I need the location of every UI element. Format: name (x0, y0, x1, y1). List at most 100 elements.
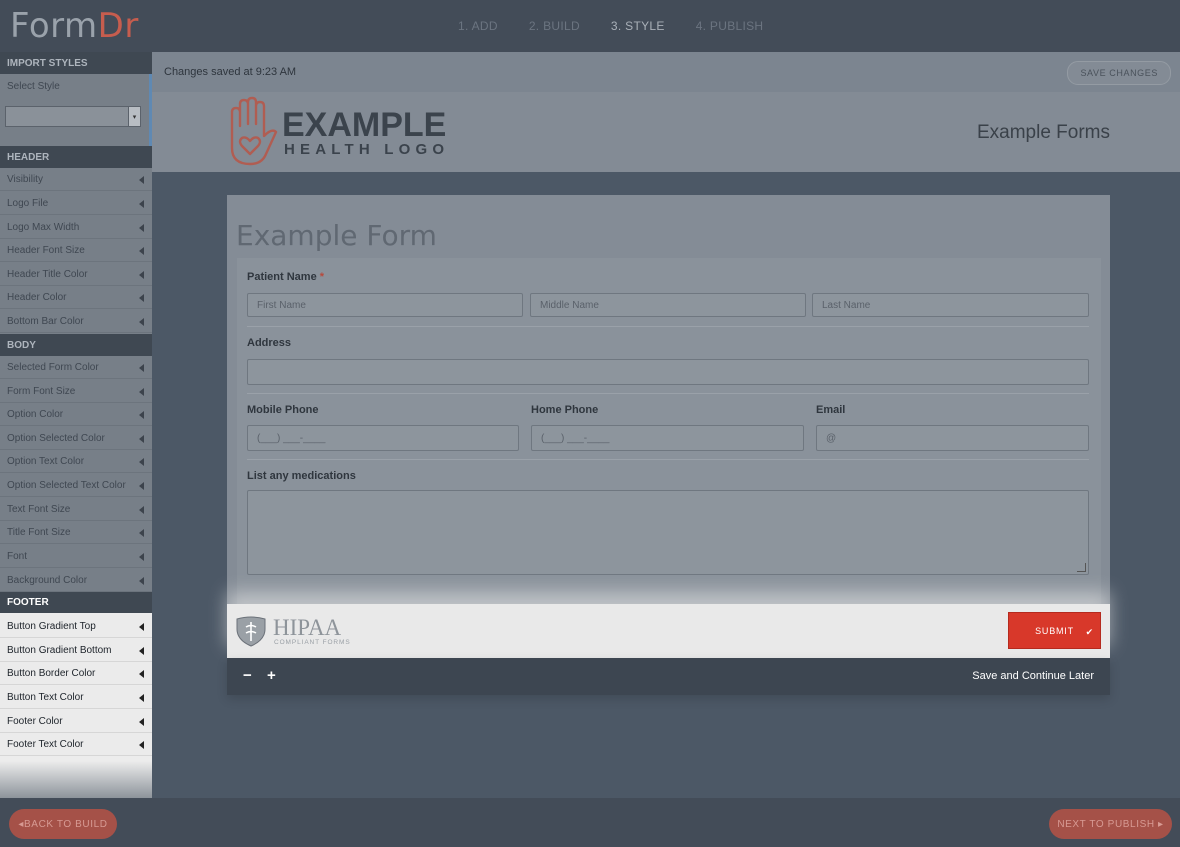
field-divider (247, 393, 1089, 394)
caret-left-icon (139, 694, 144, 702)
step-style[interactable]: 3. STYLE (611, 19, 665, 33)
save-changes-button[interactable]: SAVE CHANGES (1067, 61, 1171, 85)
patient-name-label-text: Patient Name (247, 271, 317, 283)
sidebar-item-font[interactable]: Font (0, 545, 152, 568)
home-phone-input[interactable]: (___) ___-____ (531, 425, 804, 451)
caret-left-icon (139, 318, 144, 326)
sidebar-item-label: Bottom Bar Color (7, 315, 84, 327)
address-label: Address (247, 337, 292, 349)
sidebar-item-label: Logo Max Width (7, 221, 80, 233)
wizard-steps: 1. ADD 2. BUILD 3. STYLE 4. PUBLISH (458, 19, 763, 33)
zoom-out-button[interactable]: − (243, 667, 252, 684)
form-header: EXAMPLE HEALTH LOGO Example Forms (152, 92, 1180, 172)
save-and-continue-later-link[interactable]: Save and Continue Later (972, 670, 1094, 682)
caret-left-icon (139, 388, 144, 396)
sidebar-item-title-font-size[interactable]: Title Font Size (0, 521, 152, 544)
sidebar-item-visibility[interactable]: Visibility (0, 168, 152, 191)
sidebar-item-option-text-color[interactable]: Option Text Color (0, 450, 152, 473)
medications-label: List any medications (247, 470, 356, 482)
sidebar-item-label: Footer Color (7, 715, 63, 727)
logo-line1: EXAMPLE (282, 106, 446, 144)
sidebar-item-button-text-color[interactable]: Button Text Color (0, 686, 152, 709)
sidebar-item-bottom-bar-color[interactable]: Bottom Bar Color (0, 310, 152, 333)
step-publish[interactable]: 4. PUBLISH (696, 19, 764, 33)
style-sidebar: IMPORT STYLES Select Style ▾ HEADER Visi… (0, 52, 152, 798)
form-title: Example Form (236, 219, 437, 252)
caret-left-icon (139, 411, 144, 419)
caret-left-icon (139, 435, 144, 443)
field-divider (247, 326, 1089, 327)
caret-left-icon (139, 647, 144, 655)
zoom-in-button[interactable]: + (267, 667, 276, 684)
sidebar-item-option-selected-color[interactable]: Option Selected Color (0, 427, 152, 450)
sidebar-item-label: Title Font Size (7, 526, 71, 538)
next-to-publish-button[interactable]: NEXT TO PUBLISH ▸ (1049, 809, 1172, 839)
resize-handle-icon[interactable] (1077, 563, 1086, 572)
save-status-text: Changes saved at 9:23 AM (164, 66, 297, 78)
formdr-logo[interactable]: FormDr (10, 6, 139, 46)
sidebar-item-footer-text-color[interactable]: Footer Text Color (0, 733, 152, 756)
dropdown-arrow-icon[interactable]: ▾ (128, 107, 140, 126)
caret-left-icon (139, 670, 144, 678)
caret-left-icon (139, 271, 144, 279)
home-phone-placeholder: (___) ___-____ (541, 432, 610, 444)
sidebar-item-footer-color[interactable]: Footer Color (0, 710, 152, 733)
sidebar-item-selected-form-color[interactable]: Selected Form Color (0, 356, 152, 379)
email-label: Email (816, 404, 846, 416)
sidebar-item-label: Option Text Color (7, 455, 85, 467)
logo-text-accent: Dr (97, 6, 139, 46)
sidebar-item-option-color[interactable]: Option Color (0, 403, 152, 426)
shield-icon (236, 616, 266, 647)
caret-left-icon (139, 577, 144, 585)
sidebar-item-label: Button Text Color (7, 691, 84, 703)
select-style-label: Select Style (7, 81, 60, 92)
sidebar-item-button-gradient-top[interactable]: Button Gradient Top (0, 615, 152, 638)
top-bar: FormDr 1. ADD 2. BUILD 3. STYLE 4. PUBLI… (0, 0, 1180, 52)
sidebar-item-header-font-size[interactable]: Header Font Size (0, 239, 152, 262)
form-footer: HIPAA COMPLIANT FORMS SUBMIT ✔ (227, 604, 1110, 658)
sidebar-item-label: Header Title Color (7, 268, 88, 280)
caret-left-icon (139, 294, 144, 302)
submit-button[interactable]: SUBMIT ✔ (1008, 612, 1101, 649)
hipaa-text: HIPAA (273, 615, 342, 640)
sidebar-item-header-color[interactable]: Header Color (0, 286, 152, 309)
sidebar-item-button-gradient-bottom[interactable]: Button Gradient Bottom (0, 639, 152, 662)
mobile-phone-input[interactable]: (___) ___-____ (247, 425, 519, 451)
caret-left-icon (139, 506, 144, 514)
step-build[interactable]: 2. BUILD (529, 19, 580, 33)
step-add[interactable]: 1. ADD (458, 19, 498, 33)
sidebar-item-label: Form Font Size (7, 385, 76, 397)
middle-name-input[interactable]: Middle Name (530, 293, 806, 317)
select-style-dropdown[interactable]: ▾ (5, 106, 141, 127)
caret-left-icon (139, 553, 144, 561)
sidebar-item-option-selected-text-color[interactable]: Option Selected Text Color (0, 474, 152, 497)
sidebar-item-header-title-color[interactable]: Header Title Color (0, 263, 152, 286)
caret-left-icon (139, 176, 144, 184)
sidebar-item-logo-file[interactable]: Logo File (0, 192, 152, 215)
caret-left-icon (139, 364, 144, 372)
medications-textarea[interactable] (247, 490, 1089, 575)
first-name-placeholder: First Name (257, 299, 306, 311)
sidebar-item-label: Footer Text Color (7, 738, 84, 750)
sidebar-item-label: Option Selected Text Color (7, 479, 126, 491)
sidebar-item-button-border-color[interactable]: Button Border Color (0, 662, 152, 685)
caret-left-icon (139, 623, 144, 631)
first-name-input[interactable]: First Name (247, 293, 523, 317)
sidebar-item-label: Button Gradient Top (7, 620, 96, 632)
bottom-nav-bar: ◂BACK TO BUILD NEXT TO PUBLISH ▸ (0, 798, 1180, 847)
middle-name-placeholder: Middle Name (540, 299, 599, 311)
body-section-heading: BODY (0, 334, 152, 356)
sidebar-item-background-color[interactable]: Background Color (0, 569, 152, 592)
header-title: Example Forms (976, 122, 1110, 143)
caret-left-icon (139, 718, 144, 726)
sidebar-item-text-font-size[interactable]: Text Font Size (0, 498, 152, 521)
address-input[interactable] (247, 359, 1089, 385)
last-name-input[interactable]: Last Name (812, 293, 1089, 317)
sidebar-item-label: Option Selected Color (7, 432, 105, 444)
back-to-build-button[interactable]: ◂BACK TO BUILD (9, 809, 117, 839)
sidebar-item-form-font-size[interactable]: Form Font Size (0, 380, 152, 403)
footer-section-heading: FOOTER (0, 592, 152, 613)
sidebar-item-logo-max-width[interactable]: Logo Max Width (0, 216, 152, 239)
email-input[interactable]: @ (816, 425, 1089, 451)
form-bottom-bar: − + Save and Continue Later (227, 658, 1110, 695)
